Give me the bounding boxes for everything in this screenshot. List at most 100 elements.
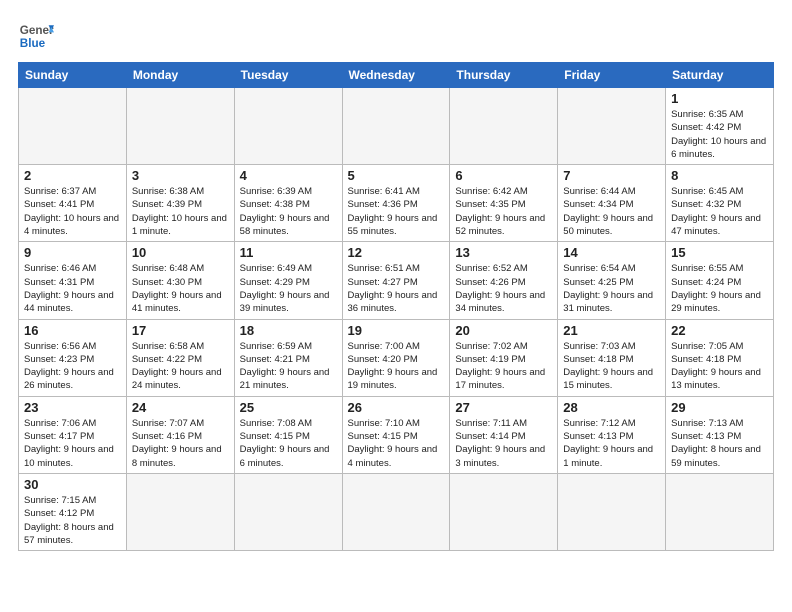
day-cell: 29 Sunrise: 7:13 AM Sunset: 4:13 PM Dayli… bbox=[666, 396, 774, 473]
day-cell: 8 Sunrise: 6:45 AM Sunset: 4:32 PM Daylig… bbox=[666, 165, 774, 242]
day-cell: 15 Sunrise: 6:55 AM Sunset: 4:24 PM Dayli… bbox=[666, 242, 774, 319]
day-number: 29 bbox=[671, 400, 768, 415]
day-cell bbox=[234, 473, 342, 550]
day-cell: 4Sunrise: 6:39 AM Sunset: 4:38 PM Daylig… bbox=[234, 165, 342, 242]
day-info: Sunrise: 6:59 AM Sunset: 4:21 PM Dayligh… bbox=[240, 340, 337, 393]
day-info: Sunrise: 7:12 AM Sunset: 4:13 PM Dayligh… bbox=[563, 417, 660, 470]
day-cell: 20 Sunrise: 7:02 AM Sunset: 4:19 PM Dayli… bbox=[450, 319, 558, 396]
day-cell: 28Sunrise: 7:12 AM Sunset: 4:13 PM Dayli… bbox=[558, 396, 666, 473]
page: General Blue SundayMondayTuesdayWednesda… bbox=[0, 0, 792, 612]
day-info: Sunrise: 6:37 AM Sunset: 4:41 PM Dayligh… bbox=[24, 185, 121, 238]
day-cell bbox=[342, 473, 450, 550]
day-cell: 22 Sunrise: 7:05 AM Sunset: 4:18 PM Dayli… bbox=[666, 319, 774, 396]
day-info: Sunrise: 6:45 AM Sunset: 4:32 PM Dayligh… bbox=[671, 185, 768, 238]
day-cell: 27 Sunrise: 7:11 AM Sunset: 4:14 PM Dayli… bbox=[450, 396, 558, 473]
week-row-6: 30 Sunrise: 7:15 AM Sunset: 4:12 PM Dayli… bbox=[19, 473, 774, 550]
weekday-header-saturday: Saturday bbox=[666, 63, 774, 88]
day-number: 5 bbox=[348, 168, 445, 183]
day-number: 6 bbox=[455, 168, 552, 183]
week-row-2: 2 Sunrise: 6:37 AM Sunset: 4:41 PM Daylig… bbox=[19, 165, 774, 242]
day-cell: 16Sunrise: 6:56 AM Sunset: 4:23 PM Dayli… bbox=[19, 319, 127, 396]
day-number: 20 bbox=[455, 323, 552, 338]
day-info: Sunrise: 7:00 AM Sunset: 4:20 PM Dayligh… bbox=[348, 340, 445, 393]
weekday-header-wednesday: Wednesday bbox=[342, 63, 450, 88]
day-cell bbox=[342, 88, 450, 165]
day-number: 19 bbox=[348, 323, 445, 338]
day-number: 17 bbox=[132, 323, 229, 338]
day-number: 25 bbox=[240, 400, 337, 415]
day-info: Sunrise: 7:07 AM Sunset: 4:16 PM Dayligh… bbox=[132, 417, 229, 470]
day-info: Sunrise: 6:51 AM Sunset: 4:27 PM Dayligh… bbox=[348, 262, 445, 315]
day-info: Sunrise: 7:10 AM Sunset: 4:15 PM Dayligh… bbox=[348, 417, 445, 470]
week-row-4: 16Sunrise: 6:56 AM Sunset: 4:23 PM Dayli… bbox=[19, 319, 774, 396]
day-number: 27 bbox=[455, 400, 552, 415]
day-info: Sunrise: 7:02 AM Sunset: 4:19 PM Dayligh… bbox=[455, 340, 552, 393]
day-info: Sunrise: 6:55 AM Sunset: 4:24 PM Dayligh… bbox=[671, 262, 768, 315]
day-number: 11 bbox=[240, 245, 337, 260]
day-number: 26 bbox=[348, 400, 445, 415]
day-info: Sunrise: 6:46 AM Sunset: 4:31 PM Dayligh… bbox=[24, 262, 121, 315]
day-info: Sunrise: 6:44 AM Sunset: 4:34 PM Dayligh… bbox=[563, 185, 660, 238]
day-number: 10 bbox=[132, 245, 229, 260]
day-cell bbox=[19, 88, 127, 165]
day-info: Sunrise: 6:52 AM Sunset: 4:26 PM Dayligh… bbox=[455, 262, 552, 315]
day-info: Sunrise: 6:56 AM Sunset: 4:23 PM Dayligh… bbox=[24, 340, 121, 393]
day-cell: 7 Sunrise: 6:44 AM Sunset: 4:34 PM Daylig… bbox=[558, 165, 666, 242]
day-info: Sunrise: 7:08 AM Sunset: 4:15 PM Dayligh… bbox=[240, 417, 337, 470]
day-cell: 9 Sunrise: 6:46 AM Sunset: 4:31 PM Daylig… bbox=[19, 242, 127, 319]
day-cell bbox=[234, 88, 342, 165]
day-number: 15 bbox=[671, 245, 768, 260]
day-cell: 19 Sunrise: 7:00 AM Sunset: 4:20 PM Dayli… bbox=[342, 319, 450, 396]
day-number: 4 bbox=[240, 168, 337, 183]
day-cell bbox=[450, 88, 558, 165]
day-info: Sunrise: 6:48 AM Sunset: 4:30 PM Dayligh… bbox=[132, 262, 229, 315]
day-number: 30 bbox=[24, 477, 121, 492]
day-cell: 23 Sunrise: 7:06 AM Sunset: 4:17 PM Dayli… bbox=[19, 396, 127, 473]
day-cell: 3Sunrise: 6:38 AM Sunset: 4:39 PM Daylig… bbox=[126, 165, 234, 242]
logo: General Blue bbox=[18, 18, 54, 54]
week-row-5: 23 Sunrise: 7:06 AM Sunset: 4:17 PM Dayli… bbox=[19, 396, 774, 473]
day-info: Sunrise: 7:15 AM Sunset: 4:12 PM Dayligh… bbox=[24, 494, 121, 547]
day-number: 2 bbox=[24, 168, 121, 183]
day-info: Sunrise: 7:05 AM Sunset: 4:18 PM Dayligh… bbox=[671, 340, 768, 393]
day-cell: 26 Sunrise: 7:10 AM Sunset: 4:15 PM Dayli… bbox=[342, 396, 450, 473]
weekday-header-thursday: Thursday bbox=[450, 63, 558, 88]
day-info: Sunrise: 6:54 AM Sunset: 4:25 PM Dayligh… bbox=[563, 262, 660, 315]
day-number: 7 bbox=[563, 168, 660, 183]
day-cell: 2 Sunrise: 6:37 AM Sunset: 4:41 PM Daylig… bbox=[19, 165, 127, 242]
day-cell: 12Sunrise: 6:51 AM Sunset: 4:27 PM Dayli… bbox=[342, 242, 450, 319]
logo-icon: General Blue bbox=[18, 18, 54, 54]
header: General Blue bbox=[18, 18, 774, 54]
day-cell: 5 Sunrise: 6:41 AM Sunset: 4:36 PM Daylig… bbox=[342, 165, 450, 242]
day-number: 8 bbox=[671, 168, 768, 183]
day-number: 9 bbox=[24, 245, 121, 260]
day-info: Sunrise: 7:13 AM Sunset: 4:13 PM Dayligh… bbox=[671, 417, 768, 470]
day-cell bbox=[666, 473, 774, 550]
day-cell bbox=[450, 473, 558, 550]
svg-text:Blue: Blue bbox=[20, 37, 46, 50]
week-row-3: 9 Sunrise: 6:46 AM Sunset: 4:31 PM Daylig… bbox=[19, 242, 774, 319]
day-number: 23 bbox=[24, 400, 121, 415]
day-cell: 10 Sunrise: 6:48 AM Sunset: 4:30 PM Dayli… bbox=[126, 242, 234, 319]
day-info: Sunrise: 6:42 AM Sunset: 4:35 PM Dayligh… bbox=[455, 185, 552, 238]
day-cell: 11Sunrise: 6:49 AM Sunset: 4:29 PM Dayli… bbox=[234, 242, 342, 319]
day-cell: 13Sunrise: 6:52 AM Sunset: 4:26 PM Dayli… bbox=[450, 242, 558, 319]
day-info: Sunrise: 6:41 AM Sunset: 4:36 PM Dayligh… bbox=[348, 185, 445, 238]
day-info: Sunrise: 6:58 AM Sunset: 4:22 PM Dayligh… bbox=[132, 340, 229, 393]
day-cell: 21Sunrise: 7:03 AM Sunset: 4:18 PM Dayli… bbox=[558, 319, 666, 396]
day-number: 22 bbox=[671, 323, 768, 338]
svg-text:General: General bbox=[20, 24, 54, 37]
weekday-header-monday: Monday bbox=[126, 63, 234, 88]
day-info: Sunrise: 7:03 AM Sunset: 4:18 PM Dayligh… bbox=[563, 340, 660, 393]
day-cell: 17 Sunrise: 6:58 AM Sunset: 4:22 PM Dayli… bbox=[126, 319, 234, 396]
weekday-header-tuesday: Tuesday bbox=[234, 63, 342, 88]
day-cell: 6 Sunrise: 6:42 AM Sunset: 4:35 PM Daylig… bbox=[450, 165, 558, 242]
day-info: Sunrise: 7:11 AM Sunset: 4:14 PM Dayligh… bbox=[455, 417, 552, 470]
day-number: 24 bbox=[132, 400, 229, 415]
weekday-header-row: SundayMondayTuesdayWednesdayThursdayFrid… bbox=[19, 63, 774, 88]
calendar: SundayMondayTuesdayWednesdayThursdayFrid… bbox=[18, 62, 774, 551]
day-info: Sunrise: 7:06 AM Sunset: 4:17 PM Dayligh… bbox=[24, 417, 121, 470]
day-number: 3 bbox=[132, 168, 229, 183]
day-cell bbox=[126, 88, 234, 165]
day-cell: 1Sunrise: 6:35 AM Sunset: 4:42 PM Daylig… bbox=[666, 88, 774, 165]
